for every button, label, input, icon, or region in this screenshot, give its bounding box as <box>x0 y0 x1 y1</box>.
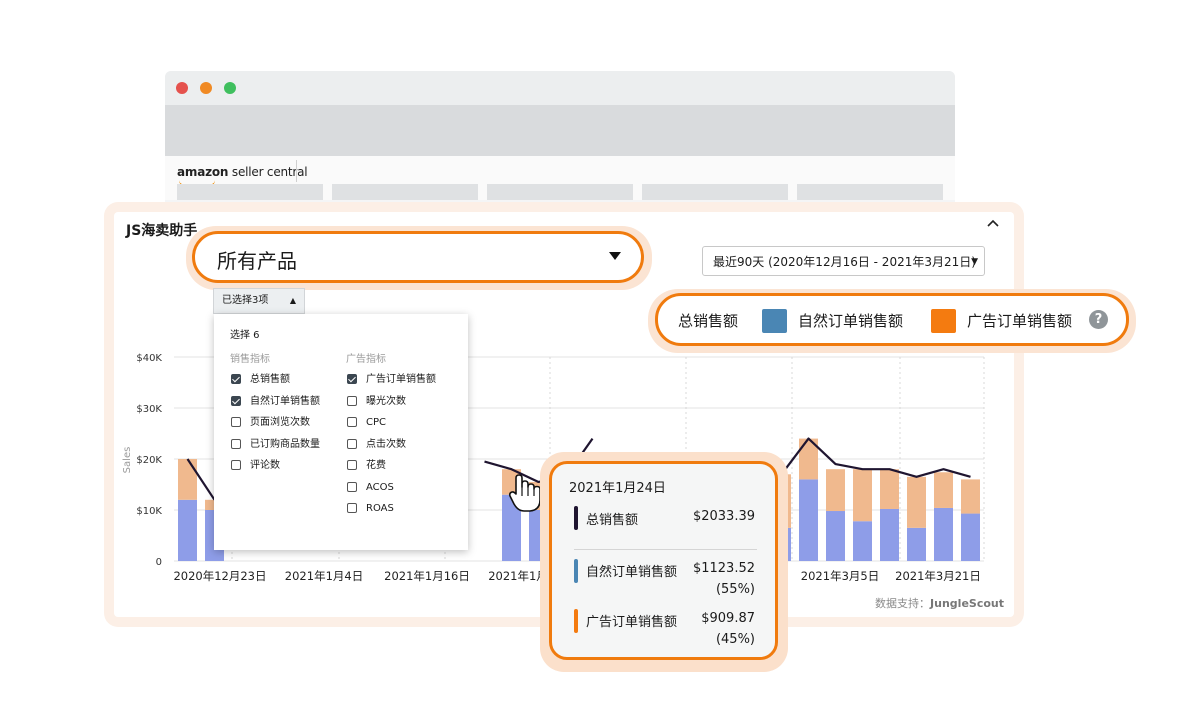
checkbox-box[interactable] <box>347 417 357 427</box>
maximize-window-dot[interactable] <box>224 82 236 94</box>
nav-placeholder-1[interactable] <box>177 184 323 200</box>
card-title: JS海卖助手 <box>126 223 198 239</box>
data-source-note: 数据支持：JungleScout <box>875 597 1004 610</box>
metric-panel-title: 选择 6 <box>230 330 260 341</box>
help-icon[interactable]: ? <box>1089 310 1108 329</box>
checkbox-box[interactable] <box>231 374 241 384</box>
tooltip-total-name: 总销售额 <box>586 513 639 528</box>
checkbox-box[interactable] <box>231 396 241 406</box>
nav-placeholder-3[interactable] <box>487 184 633 200</box>
ad-metrics-heading: 广告指标 <box>346 354 386 365</box>
date-range-label: 最近90天 (2020年12月16日 - 2021年3月21日) <box>713 255 976 269</box>
tooltip-total-marker <box>574 506 578 530</box>
browser-toolbar <box>165 105 955 156</box>
data-source-name: JungleScout <box>930 597 1004 610</box>
legend-total-sales[interactable]: 总销售额 <box>678 310 738 331</box>
metric-select-button[interactable]: 已选择3项 ▲ <box>213 288 305 314</box>
nav-placeholder-4[interactable] <box>642 184 788 200</box>
close-window-dot[interactable] <box>176 82 188 94</box>
chart-tooltip: 2021年1月24日 总销售额 $2033.39 自然订单销售额 $1123.5… <box>549 461 778 660</box>
legend-organic-sales[interactable]: 自然订单销售额 <box>798 310 903 331</box>
checkbox-box[interactable] <box>231 460 241 470</box>
metric-panel: 选择 6 销售指标 广告指标 总销售额 自然订单销售额 页面浏览次数 已订购商品… <box>214 314 468 550</box>
hand-cursor-icon <box>508 474 541 512</box>
product-select[interactable]: 所有产品 <box>192 231 644 283</box>
chevron-down-icon: ▼ <box>971 257 978 267</box>
tooltip-organic-marker <box>574 559 578 583</box>
browser-title-bar <box>165 71 955 105</box>
tooltip-organic-name: 自然订单销售额 <box>586 565 678 580</box>
checkbox-box[interactable] <box>231 439 241 449</box>
tooltip-ads-value: $909.87 <box>701 611 755 626</box>
checkbox-box[interactable] <box>231 417 241 427</box>
product-select-value: 所有产品 <box>217 249 297 273</box>
checkbox-box[interactable] <box>347 503 357 513</box>
date-range-select[interactable]: 最近90天 (2020年12月16日 - 2021年3月21日) ▼ <box>702 246 985 276</box>
logo-divider <box>296 160 297 182</box>
legend-ads-swatch <box>931 309 956 333</box>
minimize-window-dot[interactable] <box>200 82 212 94</box>
checkbox-box[interactable] <box>347 374 357 384</box>
tooltip-organic-value: $1123.52 <box>692 561 755 576</box>
nav-placeholder-2[interactable] <box>332 184 478 200</box>
tooltip-organic-pct: (55%) <box>715 582 755 597</box>
chart-legend: 总销售额 自然订单销售额 广告订单销售额 ? <box>655 293 1129 346</box>
legend-organic-swatch <box>762 309 787 333</box>
chevron-up-icon[interactable] <box>986 216 1000 232</box>
sales-metrics-heading: 销售指标 <box>230 354 270 365</box>
tooltip-divider <box>574 549 757 550</box>
tooltip-date: 2021年1月24日 <box>569 481 666 496</box>
caret-up-icon: ▲ <box>289 296 296 305</box>
legend-ad-sales[interactable]: 广告订单销售额 <box>967 310 1072 331</box>
checkbox-box[interactable] <box>347 396 357 406</box>
checkbox-box[interactable] <box>347 439 357 449</box>
nav-placeholder-5[interactable] <box>797 184 943 200</box>
caret-down-icon <box>609 252 621 260</box>
tooltip-ads-pct: (45%) <box>715 632 755 647</box>
checkbox-box[interactable] <box>347 482 357 492</box>
tooltip-ads-name: 广告订单销售额 <box>586 615 678 630</box>
amazon-seller-central-logo[interactable]: amazon seller central <box>177 165 308 187</box>
checkbox-box[interactable] <box>347 460 357 470</box>
tooltip-ads-marker <box>574 609 578 633</box>
tooltip-total-value: $2033.39 <box>692 509 755 524</box>
metric-select-label: 已选择3项 <box>222 295 269 306</box>
